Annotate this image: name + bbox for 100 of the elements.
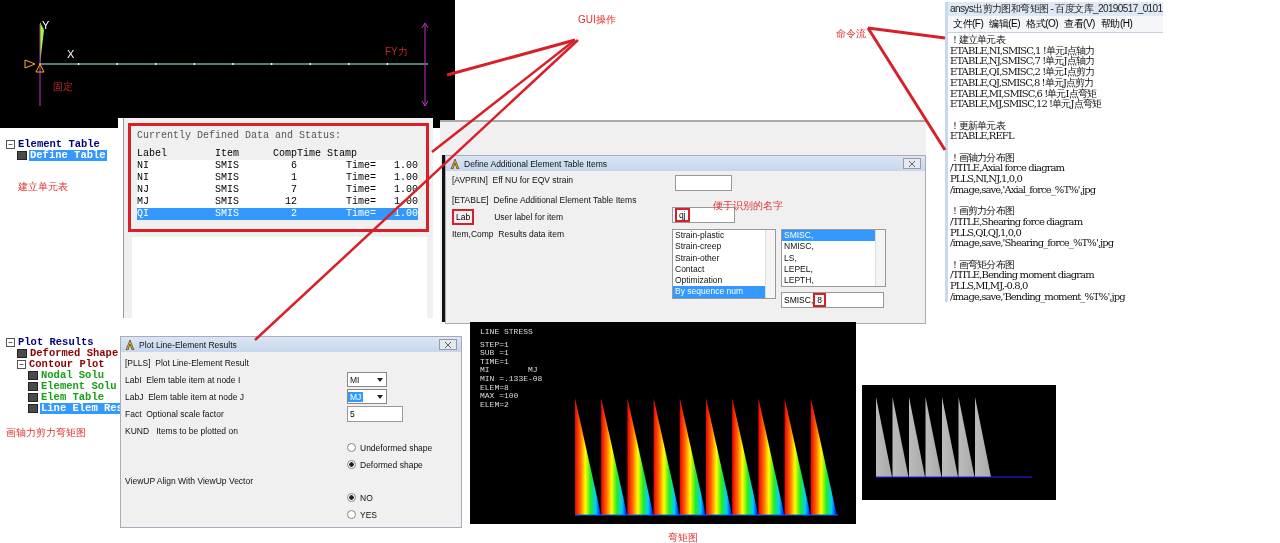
table-cell[interactable]: NJ — [137, 184, 215, 196]
annotation-label: 命令流 — [836, 28, 866, 39]
list-item[interactable]: NMISC, — [782, 241, 875, 253]
list-item[interactable]: LEPEL, — [782, 263, 875, 276]
list-item[interactable]: LEPTH, — [782, 275, 875, 287]
table-cell[interactable]: SMIS — [215, 184, 261, 196]
legend-text: MAX =100 — [480, 392, 520, 401]
close-button[interactable] — [439, 339, 457, 350]
code-line: ！画剪力分布图 — [950, 206, 1015, 217]
caret-icon — [377, 377, 383, 382]
legend-text: MI MJ — [480, 366, 539, 375]
tree-item[interactable]: Deformed Shape — [29, 348, 120, 359]
radio-button[interactable] — [347, 443, 356, 452]
window-title: ansys出剪力图和弯矩图 - 百度文库_20190517_0101 — [948, 2, 1163, 16]
tree-item[interactable]: Nodal Solu — [40, 370, 105, 381]
table-cell[interactable]: 12 — [261, 196, 297, 208]
menu-item[interactable]: 帮助(H) — [1100, 17, 1133, 31]
field-label: [AVPRIN] Eff NU for EQV strain — [452, 175, 575, 187]
field-label: LabJ Elem table item at node J — [125, 391, 246, 402]
scrollbar[interactable] — [765, 230, 775, 298]
table-cell[interactable]: SMIS — [215, 160, 261, 172]
minus-icon[interactable] — [6, 140, 15, 149]
dialog-title: Define Additional Element Table Items — [464, 158, 607, 169]
code-line: PLLS,MI,MJ,-0.8,0 — [950, 281, 1029, 292]
input-field[interactable]: 5 — [347, 406, 403, 422]
table-cell[interactable]: 6 — [261, 160, 297, 172]
minus-icon[interactable] — [17, 360, 26, 369]
axis-label: X — [67, 48, 75, 60]
table-cell[interactable]: SMIS — [215, 172, 261, 184]
table-cell[interactable]: Time= 1.00 — [297, 160, 418, 172]
field-label: KUND Items to be plotted on — [125, 426, 239, 436]
field-label: ViewUP Align With ViewUp Vector — [125, 476, 255, 486]
list-item[interactable]: LS, — [782, 252, 875, 264]
table-cell[interactable]: SMIS — [215, 196, 261, 208]
annotation-label: 建立单元表 — [18, 181, 68, 192]
list-box[interactable]: SMISC, NMISC, LS, LEPEL, LEPTH, — [781, 229, 886, 288]
list-item[interactable]: Contact — [673, 263, 765, 276]
table-cell[interactable]: 1 — [261, 172, 297, 184]
close-icon — [909, 160, 915, 167]
table-cell[interactable]: NI — [137, 160, 215, 172]
field-label: Fact Optional scale factor — [125, 409, 225, 419]
menu-item[interactable]: 格式(O) — [1026, 17, 1059, 31]
code-line: /image,save,'Axial_force_%T%',jpg — [950, 184, 1097, 196]
legend-text: MIN =.133E-08 — [480, 374, 543, 384]
close-icon — [445, 341, 451, 348]
code-line: ETABLE,NI,SMISC,1 !单元I点轴力 — [950, 45, 1096, 57]
table-icon — [17, 151, 27, 160]
annotation-label: 画轴力剪力弯矩图 — [6, 427, 86, 438]
code-line: PLLS,QI,QJ,1,0,0 — [950, 227, 1022, 238]
field-key: Lab — [452, 209, 475, 225]
dropdown[interactable]: MI — [347, 372, 387, 387]
table-cell[interactable]: MJ — [137, 196, 215, 208]
radio-button[interactable] — [347, 493, 356, 502]
field-label: User label for item — [494, 212, 564, 222]
list-item[interactable]: Strain-other — [673, 252, 765, 264]
table-cell[interactable]: Time= 1.00 — [297, 172, 418, 184]
field-label: [ETABLE] Define Additional Element Table Items — [452, 195, 638, 205]
code-line: /TITLE,Shearing force diagram — [950, 216, 1084, 228]
minus-icon[interactable] — [6, 338, 15, 347]
legend-text: ELEM=8 — [480, 383, 510, 393]
caption-label: 弯矩图 — [668, 532, 698, 543]
input-field[interactable] — [675, 175, 732, 191]
tree-item[interactable]: Element Table — [17, 139, 101, 150]
scrollbar[interactable] — [875, 230, 885, 287]
code-line: /TITLE,Axial force diagram — [950, 163, 1066, 175]
radio-button[interactable] — [347, 510, 356, 519]
plot-title: LINE STRESS — [480, 328, 534, 337]
radio-label: Deformed shape — [360, 459, 423, 470]
code-line: ！建立单元表 — [950, 35, 1007, 46]
code-line: ！画轴力分布图 — [950, 152, 1014, 163]
table-cell[interactable]: NI — [137, 172, 215, 184]
menu-item[interactable]: 编辑(E) — [989, 17, 1021, 31]
code-line: /TITLE,Bending moment diagram — [950, 270, 1096, 282]
code-line: /image,save,'Bending_moment_%T%',jpg — [950, 291, 1127, 303]
field-label: [PLLS] Plot Line-Element Result — [125, 358, 250, 368]
legend-text: TIME=1 — [480, 357, 510, 367]
list-item[interactable]: Strain-creep — [673, 241, 765, 253]
code-line: /image,save,'Shearing_force_%T%',jpg — [950, 238, 1115, 249]
radio-label: YES — [360, 509, 377, 520]
logo-icon — [450, 158, 460, 169]
status-title: Currently Defined Data and Status: — [137, 130, 343, 141]
legend-text: ELEM=2 — [480, 400, 510, 410]
field-label: Item,Comp Results data item — [452, 229, 565, 241]
logo-icon — [125, 339, 135, 350]
tree-item[interactable]: Plot Results — [17, 337, 95, 348]
load-label: FY力 — [385, 45, 408, 59]
code-line: ETABLE,QJ,SMISC,8 !单元J点剪力 — [950, 77, 1095, 89]
code-line: PLLS,NI,NJ,1,0,0 — [950, 174, 1024, 185]
list-box[interactable]: Strain-plastic Strain-creep Strain-other Contact Optimization By sequence num — [672, 229, 776, 299]
radio-button[interactable] — [347, 460, 356, 469]
input-field[interactable]: SMISC, 8 — [781, 292, 884, 309]
menu-item[interactable]: 查看(V) — [1064, 17, 1095, 31]
list-item[interactable]: Optimization — [673, 275, 765, 287]
code-line: ETABLE,MJ,SMISC,12 !单元J点弯矩 — [950, 99, 1103, 110]
table-cell[interactable]: 7 — [261, 184, 297, 196]
menu-item[interactable]: 文件(F) — [953, 17, 984, 31]
close-button[interactable] — [903, 158, 921, 169]
list-item[interactable]: Strain-plastic — [673, 230, 765, 242]
support-label: 固定 — [53, 80, 73, 94]
tree-item[interactable]: Contour Plot — [28, 359, 106, 370]
